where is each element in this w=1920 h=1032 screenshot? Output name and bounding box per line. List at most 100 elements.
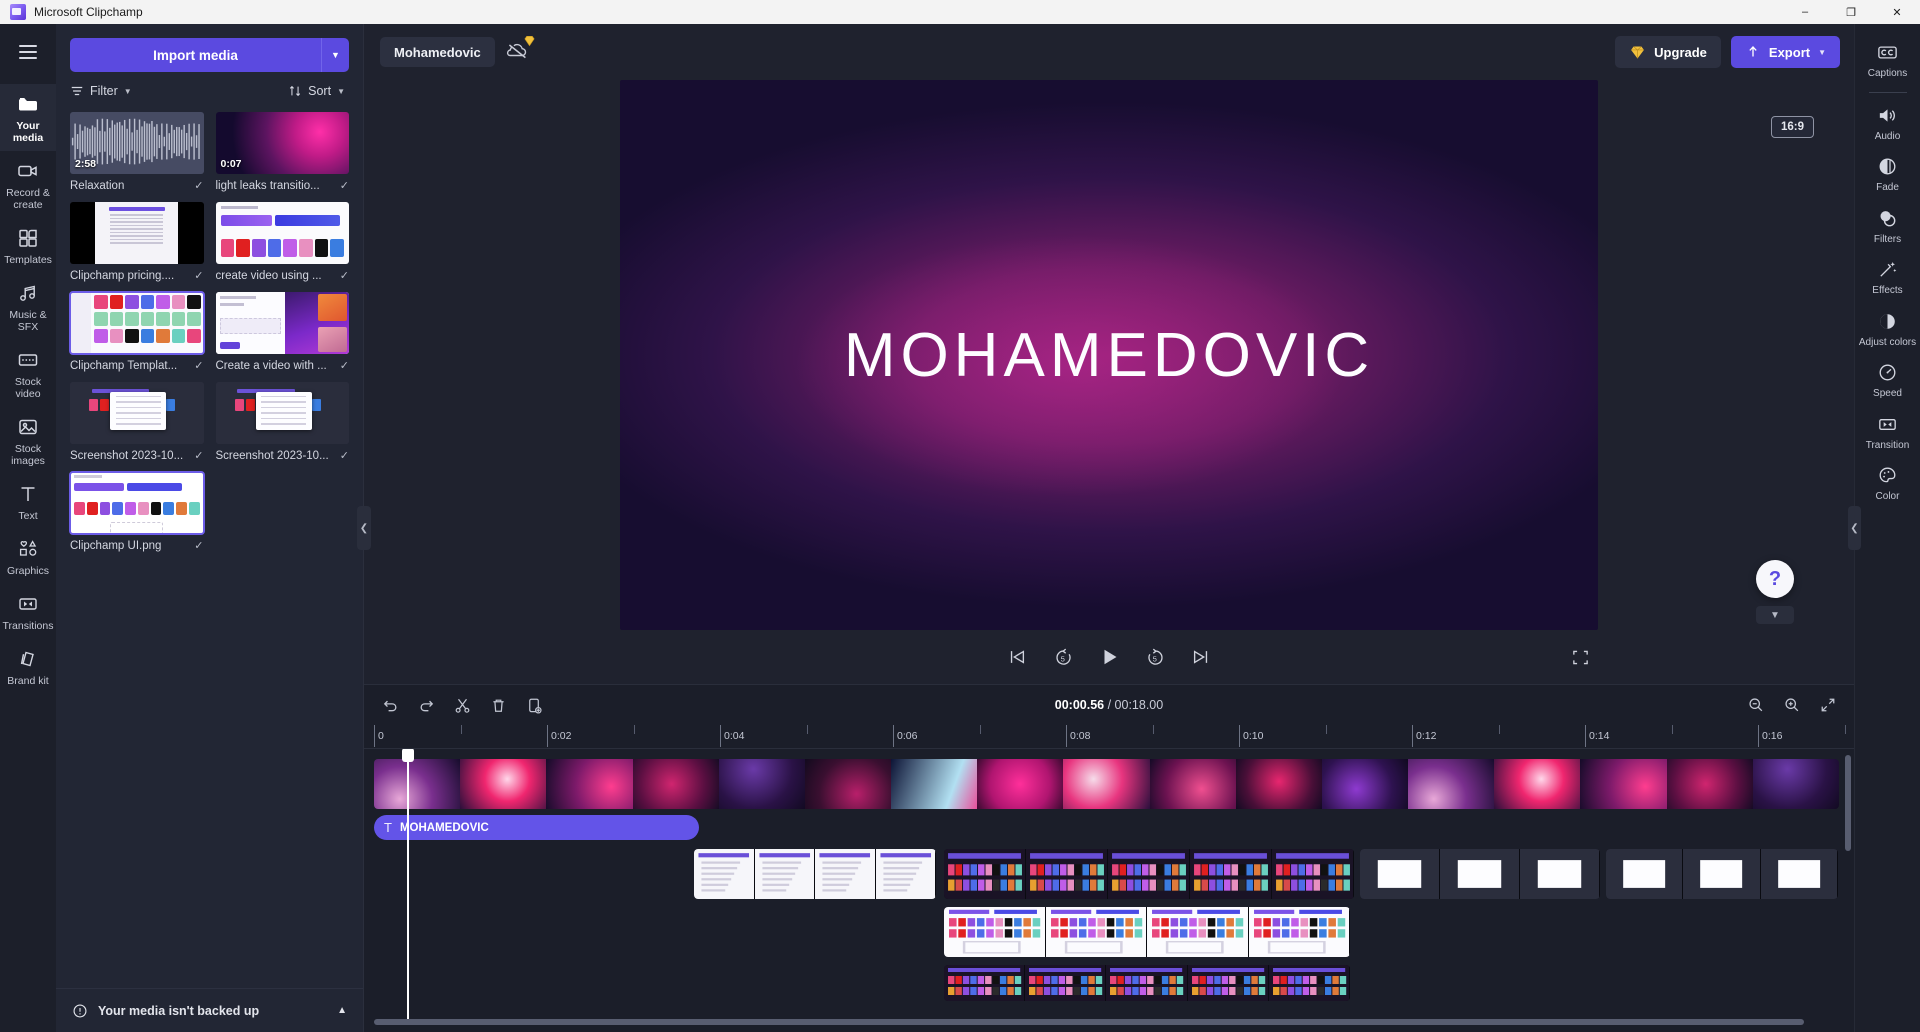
chevron-up-icon[interactable]: ▲: [337, 1005, 347, 1016]
filters-circles-icon: [1876, 207, 1900, 231]
collapse-media-panel-button[interactable]: ❮: [357, 506, 371, 550]
media-thumbnail[interactable]: 0:07: [215, 112, 349, 174]
ruler-tick-minor: [1152, 725, 1154, 734]
playhead[interactable]: [402, 749, 414, 1019]
minimize-button[interactable]: –: [1782, 0, 1828, 24]
video-clip[interactable]: [374, 759, 1839, 809]
playhead-handle[interactable]: [402, 749, 414, 762]
help-button[interactable]: ?: [1756, 560, 1794, 598]
zoom-in-button[interactable]: [1782, 695, 1802, 715]
media-thumbnail[interactable]: [70, 202, 204, 264]
image-clip[interactable]: [944, 907, 1350, 957]
media-library-panel: Import media ▼ Filter ▼ Sort ▼ 2:58 Rela…: [56, 24, 371, 1032]
aspect-ratio-button[interactable]: 16:9: [1770, 116, 1814, 138]
rail-item-color[interactable]: Color: [1855, 457, 1920, 509]
media-item[interactable]: Create a video with ... ✓: [215, 292, 349, 372]
backup-notice-label: Your media isn't backed up: [98, 1003, 260, 1018]
rail-item-audio[interactable]: Audio: [1855, 97, 1920, 149]
sidebar-item-music-sfx[interactable]: Music & SFX: [0, 273, 56, 340]
media-thumbnail[interactable]: [69, 291, 205, 355]
rail-item-speed[interactable]: Speed: [1855, 354, 1920, 406]
rail-item-fade[interactable]: Fade: [1855, 148, 1920, 200]
ruler-tick-minor: [806, 725, 808, 734]
rail-item-adjust-colors[interactable]: Adjust colors: [1855, 303, 1920, 355]
maximize-button[interactable]: ❐: [1828, 0, 1874, 24]
media-thumbnail[interactable]: [215, 382, 349, 444]
sidebar-item-brand-kit[interactable]: Brand kit: [0, 639, 56, 694]
timeline-horizontal-scrollbar[interactable]: [374, 1019, 1844, 1028]
chevron-left-icon: ❮: [359, 522, 369, 534]
media-thumbnail[interactable]: [215, 292, 349, 354]
sidebar-item-templates[interactable]: Templates: [0, 218, 56, 273]
undo-button[interactable]: [380, 695, 400, 715]
image-clip[interactable]: [1360, 849, 1600, 899]
video-preview-canvas[interactable]: MOHAMEDOVIC: [620, 80, 1598, 630]
image-clip[interactable]: [944, 965, 1350, 1001]
redo-button[interactable]: [416, 695, 436, 715]
preview-text-overlay: MOHAMEDOVIC: [843, 320, 1375, 390]
import-media-dropdown-button[interactable]: ▼: [321, 38, 349, 72]
sidebar-item-record-create[interactable]: Record & create: [0, 151, 56, 218]
ruler-label: 0:02: [551, 730, 572, 742]
upgrade-button[interactable]: Upgrade: [1615, 36, 1721, 68]
speedometer-icon: [1876, 361, 1900, 385]
rail-item-filters[interactable]: Filters: [1855, 200, 1920, 252]
text-clip-label: MOHAMEDOVIC: [399, 821, 489, 834]
media-thumbnail[interactable]: [69, 471, 205, 535]
rail-item-effects[interactable]: Effects: [1855, 251, 1920, 303]
media-item[interactable]: 0:07 light leaks transitio... ✓: [215, 112, 349, 192]
close-button[interactable]: ✕: [1874, 0, 1920, 24]
media-item[interactable]: Screenshot 2023-10... ✓: [215, 382, 349, 462]
cloud-sync-status-button[interactable]: [505, 35, 535, 65]
image-clip[interactable]: [1606, 849, 1838, 899]
sidebar-item-text[interactable]: Text: [0, 474, 56, 529]
check-icon: ✓: [339, 450, 349, 462]
media-item[interactable]: create video using ... ✓: [215, 202, 349, 282]
media-thumbnail[interactable]: 2:58: [70, 112, 204, 174]
delete-button[interactable]: [488, 695, 508, 715]
media-item[interactable]: Clipchamp Templat... ✓: [69, 291, 205, 372]
play-button[interactable]: [1097, 645, 1121, 669]
skip-to-start-button[interactable]: [1005, 645, 1029, 669]
fullscreen-button[interactable]: [1571, 648, 1590, 667]
rail-item-captions[interactable]: Captions: [1855, 34, 1920, 86]
split-button[interactable]: [452, 695, 472, 715]
media-item[interactable]: 2:58 Relaxation ✓: [70, 112, 204, 192]
media-name-row: Clipchamp UI.png ✓: [70, 539, 204, 553]
text-clip[interactable]: T MOHAMEDOVIC: [374, 815, 699, 840]
templates-grid-icon: [16, 226, 40, 250]
skip-to-end-button[interactable]: [1189, 645, 1213, 669]
hamburger-menu-icon[interactable]: [8, 32, 48, 72]
sidebar-item-your-media[interactable]: Your media: [0, 84, 56, 151]
backup-notice-bar[interactable]: Your media isn't backed up ▲: [56, 988, 363, 1032]
sidebar-item-stock-video[interactable]: Stock video: [0, 340, 56, 407]
media-thumbnail[interactable]: [70, 382, 204, 444]
timeline-ruler[interactable]: 0 0:02 0:04 0:06 0:08 0:10 0:12 0:14 0:16: [364, 725, 1854, 749]
export-button[interactable]: Export ▼: [1730, 36, 1840, 68]
sort-button[interactable]: Sort ▼: [288, 84, 345, 98]
sidebar-item-label: Templates: [4, 254, 52, 266]
fit-to-screen-button[interactable]: [1818, 695, 1838, 715]
media-item[interactable]: Clipchamp pricing.... ✓: [70, 202, 204, 282]
zoom-out-button[interactable]: [1746, 695, 1766, 715]
import-media-button[interactable]: Import media: [70, 38, 321, 72]
rail-item-transition[interactable]: Transition: [1855, 406, 1920, 458]
media-thumbnail[interactable]: [215, 202, 349, 264]
timeline-vertical-scrollbar[interactable]: [1845, 755, 1851, 851]
forward-5s-button[interactable]: 5: [1143, 645, 1167, 669]
rewind-5s-button[interactable]: 5: [1051, 645, 1075, 669]
duplicate-button[interactable]: [524, 695, 544, 715]
sidebar-item-graphics[interactable]: Graphics: [0, 529, 56, 584]
collapse-stage-button[interactable]: ▼: [1756, 606, 1794, 624]
sidebar-item-transitions[interactable]: Transitions: [0, 584, 56, 639]
sidebar-item-stock-images[interactable]: Stock images: [0, 407, 56, 474]
timeline-tracks: T MOHAMEDOVIC: [364, 749, 1854, 1019]
media-item[interactable]: Clipchamp UI.png ✓: [69, 471, 205, 553]
media-item[interactable]: Screenshot 2023-10... ✓: [70, 382, 204, 462]
image-clip[interactable]: [944, 849, 1354, 899]
project-tab[interactable]: Mohamedovic: [380, 37, 495, 67]
filter-button[interactable]: Filter ▼: [70, 84, 132, 98]
folder-icon: [16, 92, 40, 116]
image-clip[interactable]: [694, 849, 936, 899]
collapse-right-rail-button[interactable]: ❮: [1848, 506, 1861, 550]
